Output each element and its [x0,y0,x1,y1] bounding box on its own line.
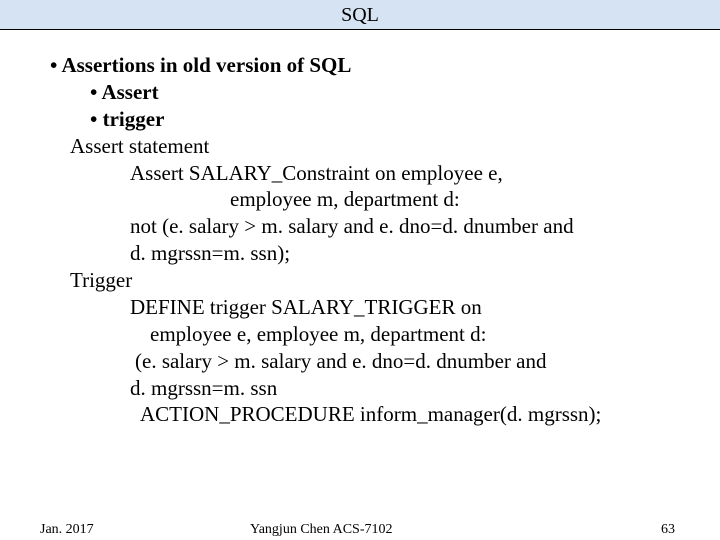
slide-title-bar: SQL [0,0,720,30]
trigger-stmt-line2: employee e, employee m, department d: [150,321,705,348]
footer-author-course: Yangjun Chen ACS-7102 [250,522,393,538]
trigger-label: Trigger [70,267,705,294]
bullet-main: • Assertions in old version of SQL [50,52,705,79]
trigger-stmt-line3: (e. salary > m. salary and e. dno=d. dnu… [135,348,705,375]
footer-date: Jan. 2017 [40,522,94,538]
assert-stmt-line4: d. mgrssn=m. ssn); [130,240,705,267]
bullet-trigger: • trigger [90,106,705,133]
slide-body: • Assertions in old version of SQL • Ass… [0,30,720,428]
slide-number: 63 [661,522,675,538]
trigger-stmt-line5: ACTION_PROCEDURE inform_manager(d. mgrss… [140,401,705,428]
slide-title: SQL [341,4,379,26]
bullet-assert: • Assert [90,79,705,106]
assert-statement-label: Assert statement [70,133,705,160]
assert-stmt-line3: not (e. salary > m. salary and e. dno=d.… [130,213,705,240]
assert-stmt-line2: employee m, department d: [230,186,705,213]
trigger-stmt-line1: DEFINE trigger SALARY_TRIGGER on [130,294,705,321]
trigger-stmt-line4: d. mgrssn=m. ssn [130,375,705,402]
assert-stmt-line1: Assert SALARY_Constraint on employee e, [130,160,705,187]
